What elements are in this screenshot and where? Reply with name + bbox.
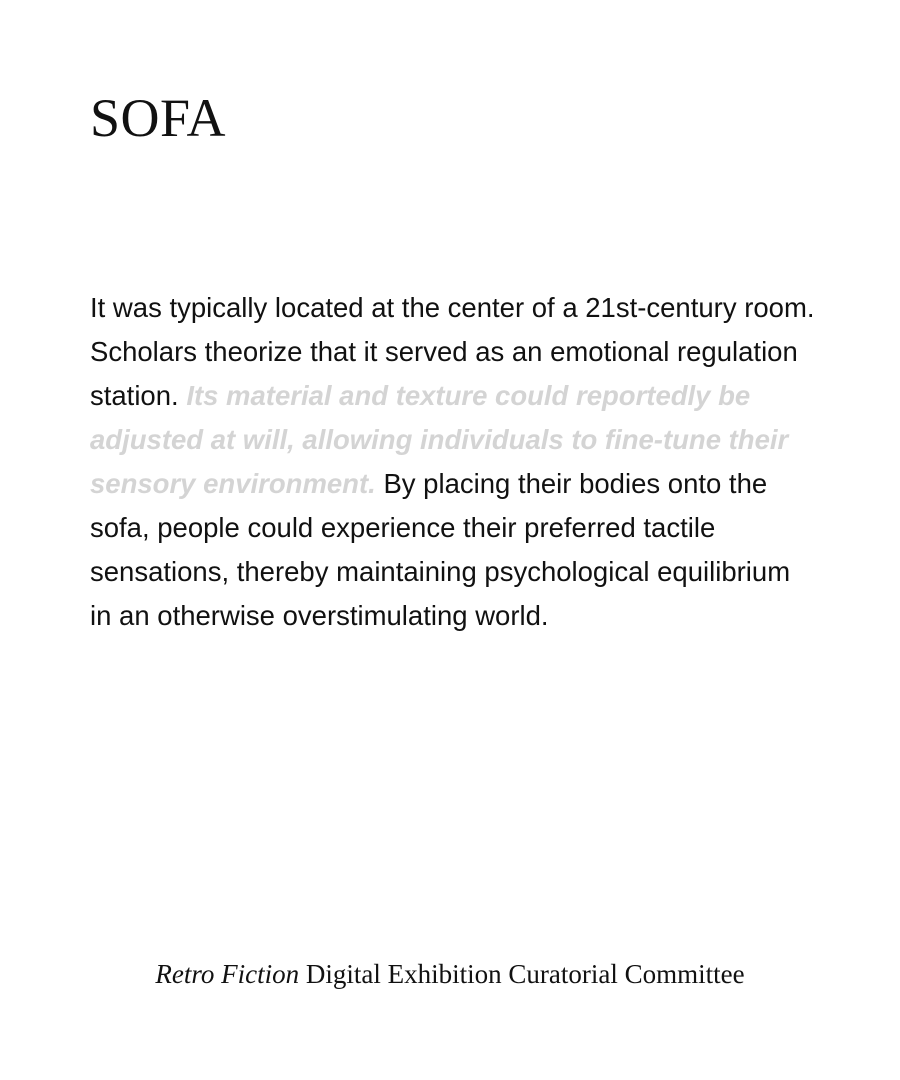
credit-line: Retro Fiction Digital Exhibition Curator… [0,954,900,994]
description-paragraph: It was typically located at the center o… [90,286,815,638]
credit-committee: Digital Exhibition Curatorial Committee [305,959,745,989]
credit-exhibition-name: Retro Fiction [155,959,300,989]
page-title: SOFA [90,88,227,148]
